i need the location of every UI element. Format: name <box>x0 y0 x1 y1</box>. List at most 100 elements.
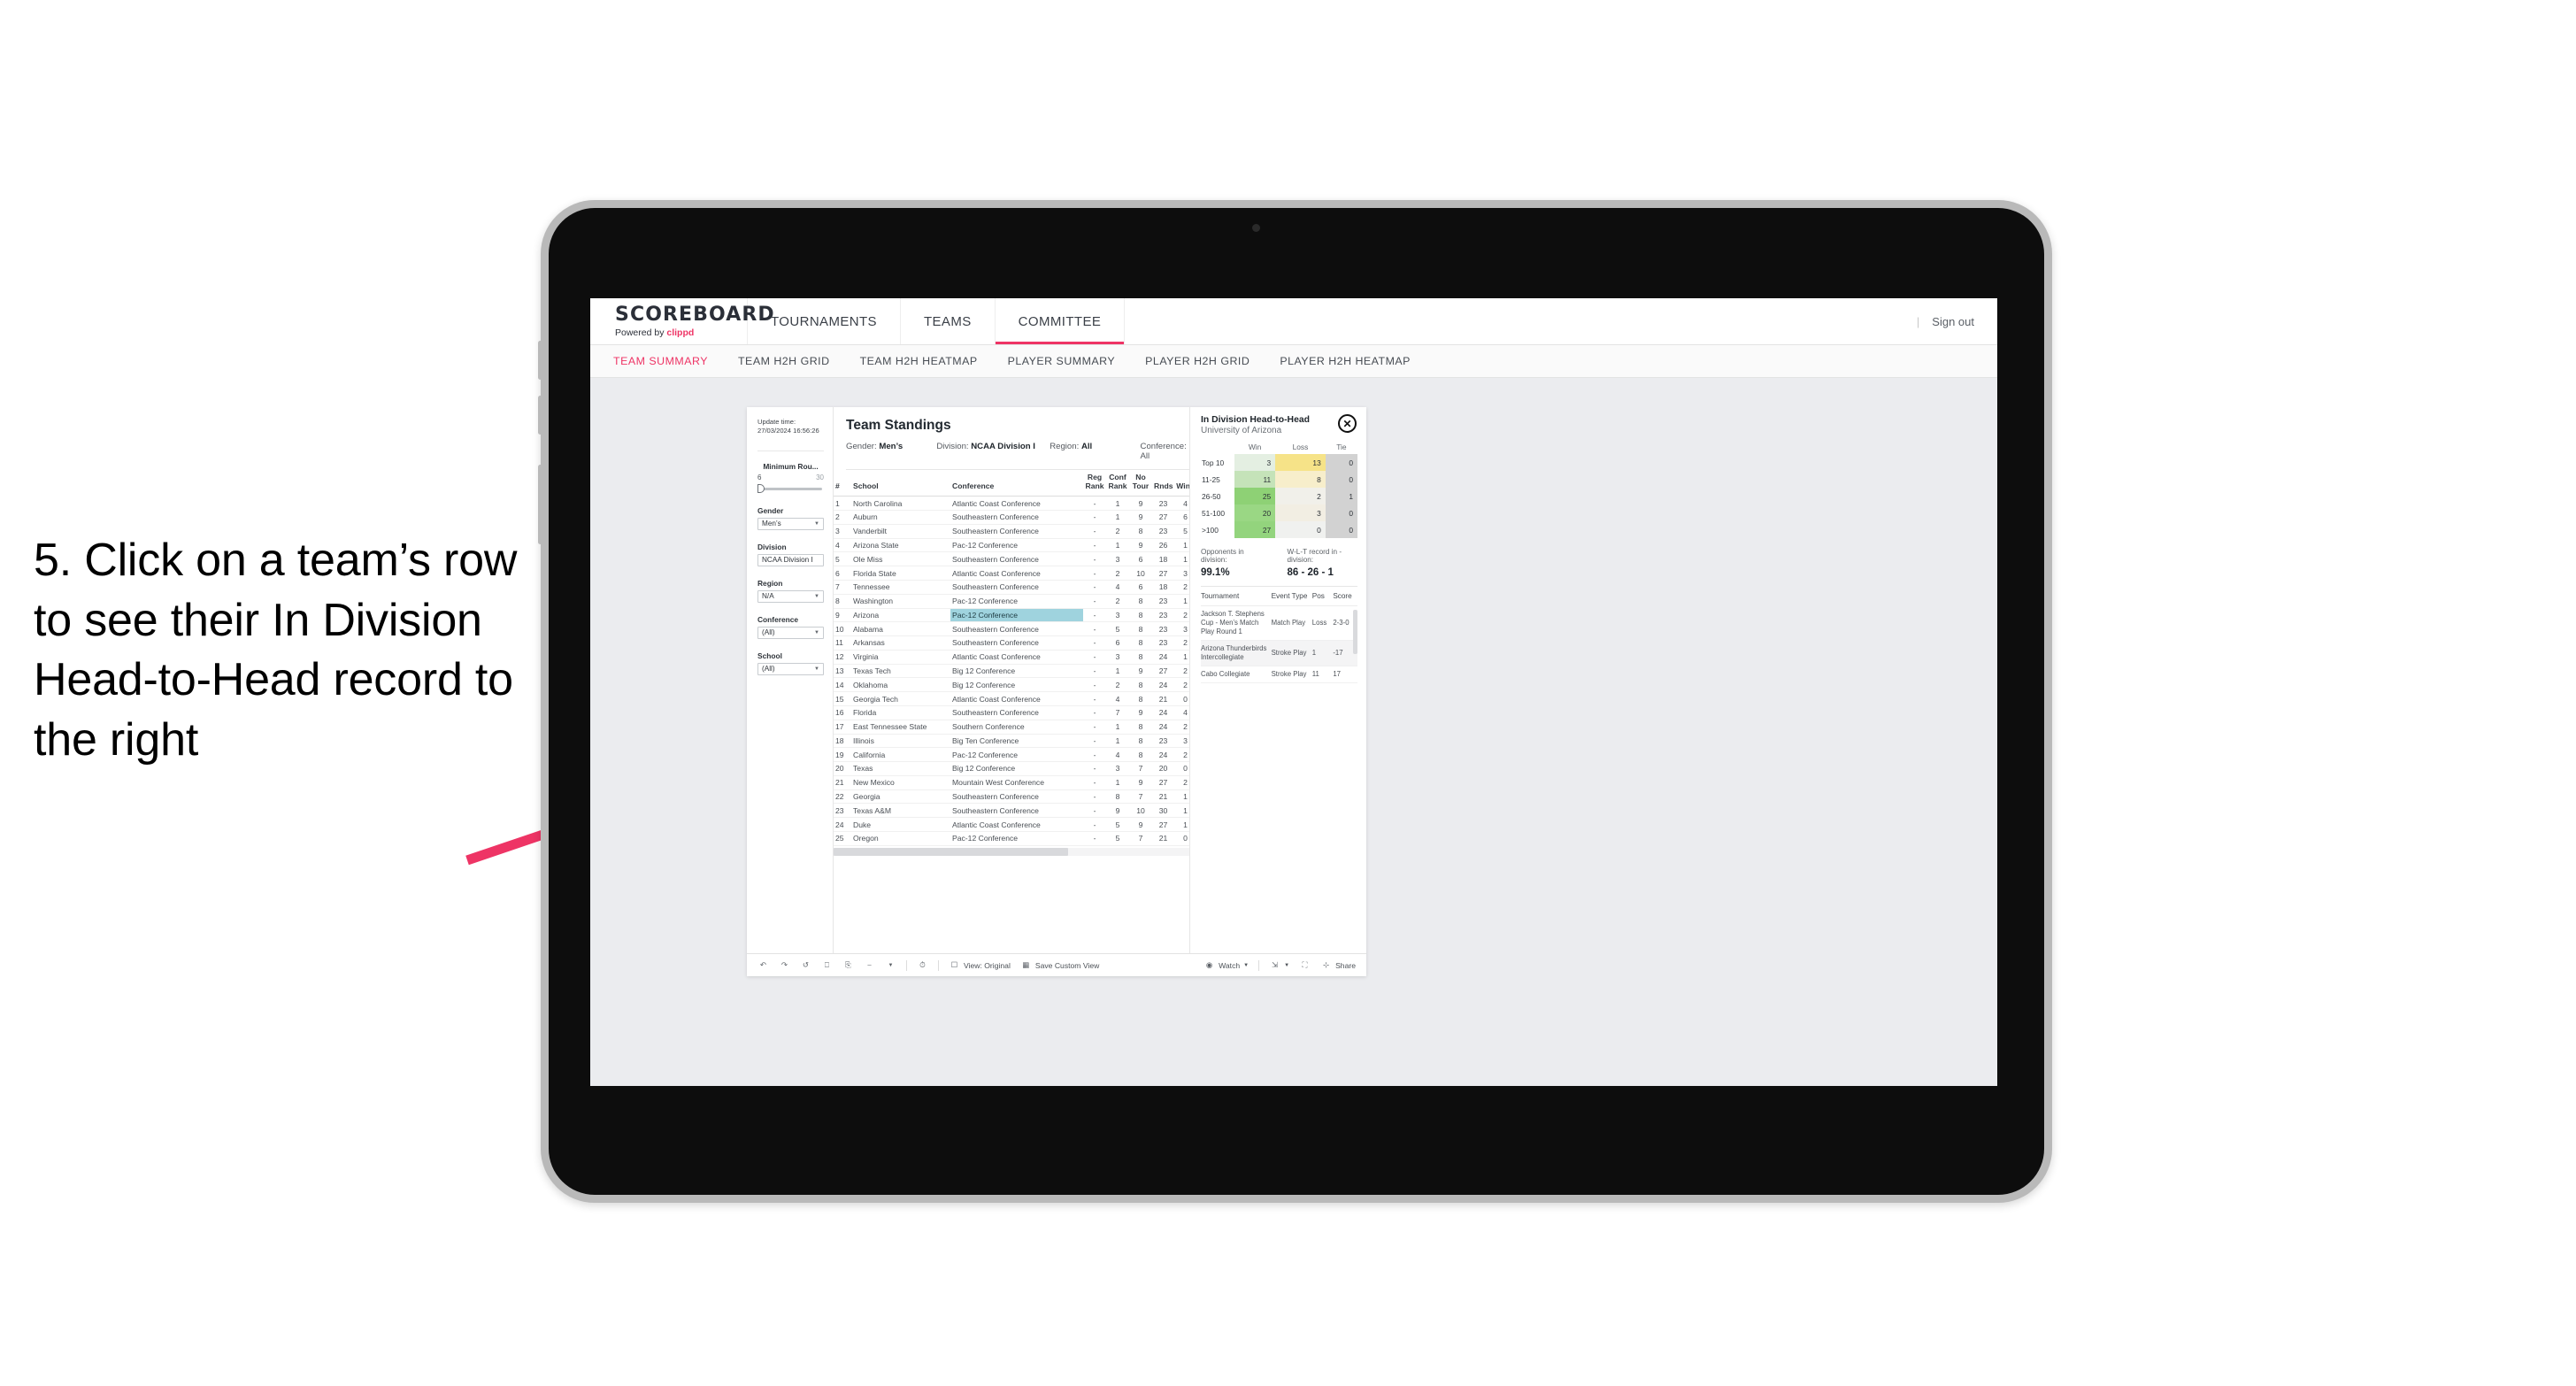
table-row[interactable]: 8 Washington Pac-12 Conference -2 8 23 1 <box>834 594 1196 609</box>
toolbar-divider <box>1258 959 1260 971</box>
table-row[interactable]: 18 Illinois Big Ten Conference -1 8 23 3 <box>834 734 1196 749</box>
pause-updates-icon[interactable]: ⎘ <box>842 959 854 971</box>
filter-rail: Update time: 27/03/2024 16:56:26 Minimum… <box>747 407 834 953</box>
horizontal-scrollbar-thumb[interactable] <box>834 847 1069 856</box>
table-row[interactable]: 9 Arizona Pac-12 Conference -3 8 23 2 <box>834 608 1196 623</box>
col-reg-rank[interactable]: Reg Rank <box>1083 470 1106 497</box>
tab-team-h2h-heatmap[interactable]: TEAM H2H HEATMAP <box>860 355 978 367</box>
table-row[interactable]: 1 North Carolina Atlantic Coast Conference… <box>834 496 1196 512</box>
table-row[interactable]: 15 Georgia Tech Atlantic Coast Conference -… <box>834 691 1196 706</box>
cell-school: Georgia <box>851 789 950 805</box>
col-rnds[interactable]: Rnds <box>1152 470 1174 497</box>
tab-player-h2h-grid[interactable]: PLAYER H2H GRID <box>1145 355 1250 367</box>
col-conference[interactable]: Conference <box>950 470 1083 497</box>
col-school[interactable]: School <box>851 470 950 497</box>
table-row[interactable]: 4 Arizona State Pac-12 Conference -1 9 26 1 <box>834 538 1196 553</box>
cell-school: Auburn <box>851 510 950 525</box>
list-item[interactable]: Arizona Thunderbirds Intercollegiate Stro… <box>1201 640 1357 666</box>
filter-school-select[interactable]: (All) ▼ <box>757 662 824 675</box>
fullscreen-icon[interactable]: ⛶ <box>1299 959 1311 971</box>
cell-school: North Carolina <box>851 496 950 512</box>
vertical-scrollbar-thumb[interactable] <box>1353 610 1357 654</box>
cell-no-tour: 8 <box>1129 691 1152 706</box>
volume-up-button[interactable] <box>538 341 542 380</box>
cell-school: Georgia Tech <box>851 691 950 706</box>
table-row[interactable]: 20 Texas Big 12 Conference -3 7 20 0 <box>834 761 1196 776</box>
nav-item-teams[interactable]: TEAMS <box>901 298 996 344</box>
col-conf-rank[interactable]: Conf Rank <box>1106 470 1129 497</box>
show-hide-icon[interactable]: ⏱ <box>917 959 928 971</box>
nav-item-committee[interactable]: COMMITTEE <box>995 298 1126 344</box>
cell-no-tour: 8 <box>1129 720 1152 735</box>
tab-team-summary[interactable]: TEAM SUMMARY <box>613 355 708 367</box>
min-rounds-slider[interactable] <box>757 483 824 494</box>
watch-button[interactable]: ◉ Watch ▼ <box>1203 959 1249 971</box>
h2h-cell-bucket: 51-100 <box>1201 504 1234 521</box>
save-custom-view-button[interactable]: ▦ Save Custom View <box>1020 959 1099 971</box>
filter-division-select[interactable]: NCAA Division I <box>757 553 824 566</box>
applied-filter-division: Division: NCAA Division I <box>936 442 1050 461</box>
table-row[interactable]: 14 Oklahoma Big 12 Conference -2 8 24 2 <box>834 677 1196 693</box>
tab-player-h2h-heatmap[interactable]: PLAYER H2H HEATMAP <box>1280 355 1411 367</box>
table-row[interactable]: 21 New Mexico Mountain West Conference -1 9 2… <box>834 775 1196 790</box>
brand-logo[interactable]: SCOREBOARD Powered by clippd <box>590 298 774 344</box>
table-row[interactable]: 11 Arkansas Southeastern Conference -6 8 23 2 <box>834 635 1196 651</box>
table-row[interactable]: 10 Alabama Southeastern Conference -5 8 23 3 <box>834 621 1196 637</box>
filter-conference-select[interactable]: (All) ▼ <box>757 626 824 639</box>
list-item[interactable]: Cabo Collegiate Stroke Play 11 17 <box>1201 666 1357 683</box>
tab-team-h2h-grid[interactable]: TEAM H2H GRID <box>738 355 830 367</box>
table-row[interactable]: 3 Vanderbilt Southeastern Conference -2 8 23 5 <box>834 524 1196 539</box>
horizontal-scrollbar[interactable] <box>834 847 1189 856</box>
volume-down-button[interactable] <box>538 396 542 435</box>
table-row[interactable]: 25 Oregon Pac-12 Conference -5 7 21 0 <box>834 831 1196 846</box>
cell-no-tour: 8 <box>1129 650 1152 665</box>
cell-conf-rank: 2 <box>1106 677 1129 693</box>
chevron-down-icon[interactable]: ▼ <box>885 959 896 971</box>
table-row[interactable]: 2 Auburn Southeastern Conference -1 9 27 6 <box>834 510 1196 525</box>
standings-panel: Team Standings Gender: Men’s Division: N… <box>834 407 1196 953</box>
table-row[interactable]: 19 California Pac-12 Conference -4 8 24 2 <box>834 747 1196 763</box>
list-item[interactable]: Jackson T. Stephens Cup - Men’s Match Pl… <box>1201 605 1357 641</box>
col-rank[interactable]: # <box>834 470 851 497</box>
cell-school: Texas <box>851 761 950 776</box>
shape-icon[interactable]: ⎯ <box>864 959 875 971</box>
table-row[interactable]: 13 Texas Tech Big 12 Conference -1 9 27 2 <box>834 664 1196 679</box>
applied-filter-region-label: Region: <box>1050 442 1080 451</box>
table-row[interactable]: 16 Florida Southeastern Conference -7 9 24 4 <box>834 705 1196 720</box>
table-row[interactable]: 5 Ole Miss Southeastern Conference -3 6 18 1 <box>834 551 1196 567</box>
table-row[interactable]: 23 Texas A&M Southeastern Conference -9 10 30… <box>834 803 1196 819</box>
filter-region-select[interactable]: N/A ▼ <box>757 589 824 603</box>
tab-player-summary[interactable]: PLAYER SUMMARY <box>1008 355 1116 367</box>
tournament-cell-score: 17 <box>1333 666 1357 683</box>
cell-reg-rank: - <box>1083 817 1106 832</box>
cell-conf-rank: 1 <box>1106 538 1129 553</box>
table-row[interactable]: 17 East Tennessee State Southern Conferenc… <box>834 720 1196 735</box>
col-no-tour[interactable]: No Tour <box>1129 470 1152 497</box>
redo-icon[interactable]: ↷ <box>779 959 790 971</box>
table-row[interactable]: 7 Tennessee Southeastern Conference -4 6 18 2 <box>834 580 1196 595</box>
refresh-data-icon[interactable]: ⎕ <box>821 959 833 971</box>
cell-conf-rank: 1 <box>1106 775 1129 790</box>
tournament-cell-tournament: Cabo Collegiate <box>1201 666 1272 683</box>
undo-icon[interactable]: ↶ <box>757 959 769 971</box>
sign-out-link[interactable]: Sign out <box>1932 315 1974 328</box>
view-original-label: View: Original <box>964 960 1011 970</box>
col-tournament: Tournament <box>1201 587 1272 606</box>
cell-school: Washington <box>851 594 950 609</box>
slider-handle[interactable] <box>757 484 765 493</box>
share-button[interactable]: ⊹ Share <box>1320 959 1356 971</box>
revert-icon[interactable]: ↺ <box>800 959 811 971</box>
table-row[interactable]: 22 Georgia Southeastern Conference -8 7 21 1 <box>834 789 1196 805</box>
cell-rnds: 27 <box>1152 775 1174 790</box>
table-row[interactable]: 12 Virginia Atlantic Coast Conference -3 8 24… <box>834 650 1196 665</box>
table-row[interactable]: 24 Duke Atlantic Coast Conference -5 9 27 1 <box>834 817 1196 832</box>
filter-gender-select[interactable]: Men’s ▼ <box>757 517 824 530</box>
power-button[interactable] <box>538 465 542 544</box>
download-button[interactable]: ⇲ ▼ <box>1269 959 1289 971</box>
view-original-button[interactable]: ☐ View: Original <box>949 959 1011 971</box>
table-row[interactable]: 6 Florida State Atlantic Coast Conference -… <box>834 566 1196 581</box>
cell-reg-rank: - <box>1083 761 1106 776</box>
dashboard-canvas: Update time: 27/03/2024 16:56:26 Minimum… <box>590 378 1997 1086</box>
close-icon[interactable]: ✕ <box>1338 414 1357 433</box>
nav-item-tournaments[interactable]: TOURNAMENTS <box>748 298 901 344</box>
